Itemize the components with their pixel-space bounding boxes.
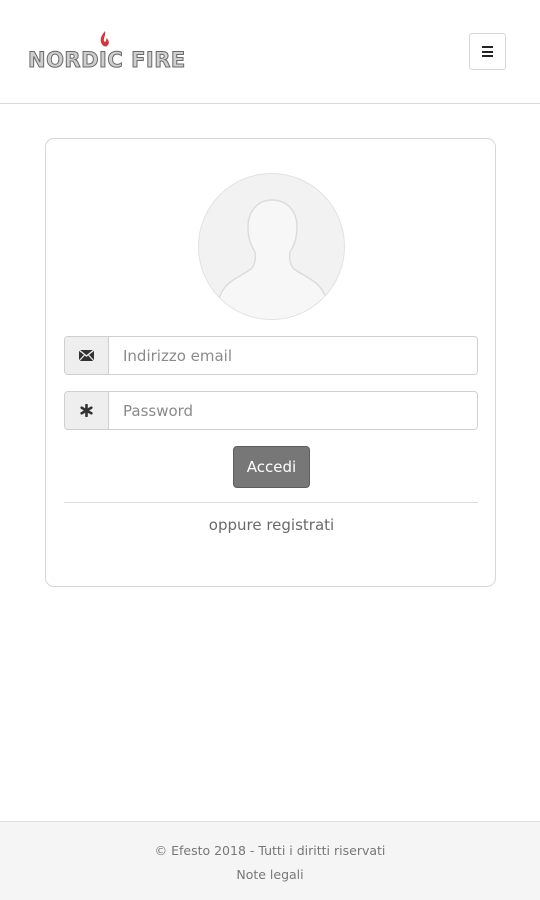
login-page: NORDIC FIRE Indirizzo email Accedi oppur… bbox=[0, 0, 540, 900]
footer: © Efesto 2018 - Tutti i diritti riservat… bbox=[0, 821, 540, 900]
avatar bbox=[198, 173, 345, 320]
password-field[interactable] bbox=[109, 392, 477, 429]
asterisk-icon bbox=[80, 404, 93, 417]
logo-text: NORDIC FIRE bbox=[28, 48, 186, 73]
register-link[interactable]: oppure registrati bbox=[46, 516, 497, 534]
logo[interactable]: NORDIC FIRE bbox=[28, 30, 198, 76]
email-addon bbox=[65, 337, 109, 374]
email-input-group bbox=[64, 336, 478, 375]
hamburger-icon bbox=[482, 46, 493, 57]
copyright-text: © Efesto 2018 - Tutti i diritti riservat… bbox=[154, 843, 386, 858]
legal-notes-link[interactable]: Note legali bbox=[0, 867, 540, 882]
password-input-group bbox=[64, 391, 478, 430]
divider bbox=[64, 502, 478, 503]
user-silhouette-icon bbox=[216, 199, 329, 319]
password-addon bbox=[65, 392, 109, 429]
login-card: Accedi oppure registrati bbox=[45, 138, 496, 587]
login-button[interactable]: Accedi bbox=[233, 446, 310, 488]
top-bar: NORDIC FIRE bbox=[0, 0, 540, 104]
menu-toggle-button[interactable] bbox=[469, 33, 506, 70]
email-field[interactable] bbox=[109, 337, 477, 374]
envelope-icon bbox=[79, 350, 94, 361]
flame-icon bbox=[100, 31, 109, 47]
